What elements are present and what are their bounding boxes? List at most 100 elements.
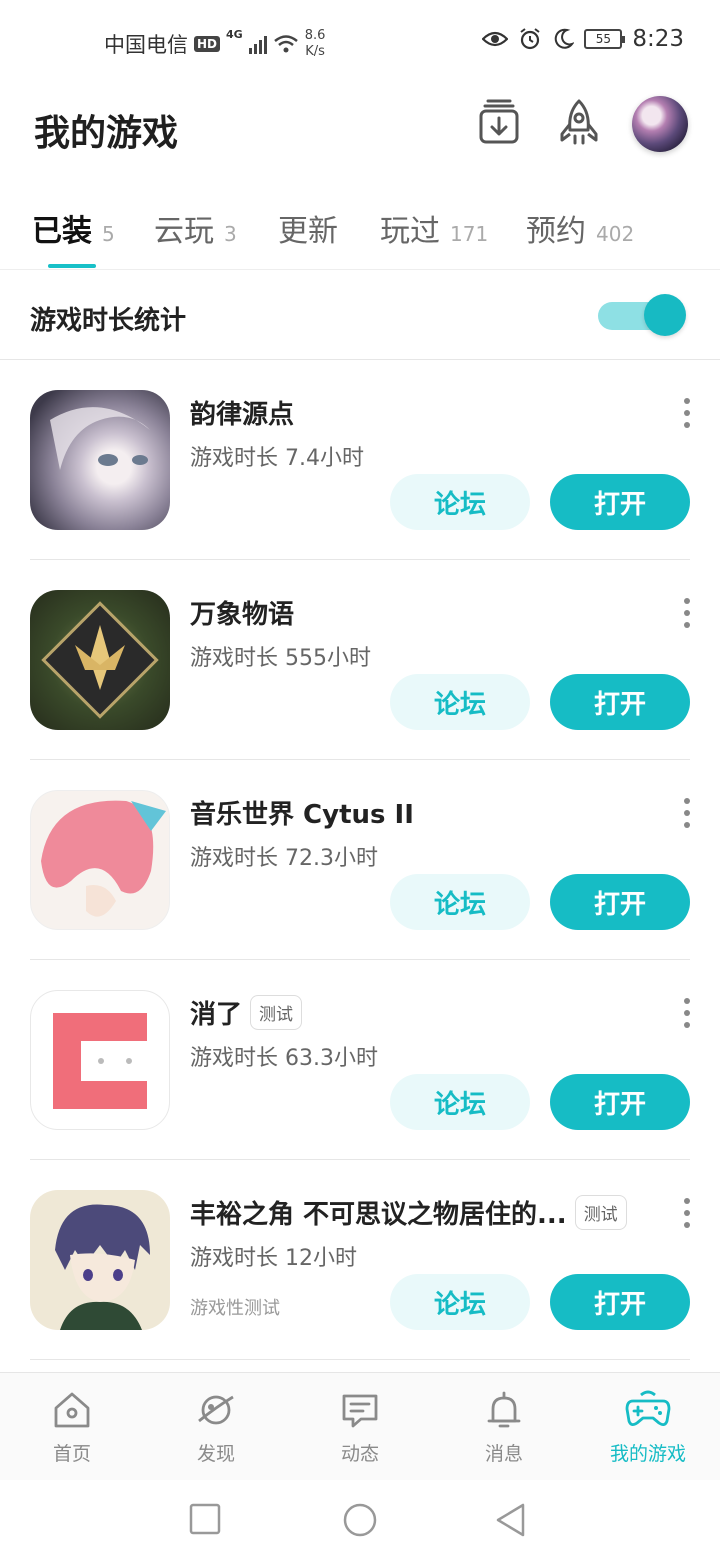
more-options-icon[interactable]: [680, 398, 694, 428]
gamepad-icon: [625, 1390, 671, 1426]
moon-icon: [555, 28, 575, 49]
more-options-icon[interactable]: [680, 798, 694, 828]
game-playtime: 游戏时长 63.3小时: [190, 1046, 378, 1071]
game-icon-rhythm-origin[interactable]: [30, 390, 170, 530]
game-playtime: 游戏时长 72.3小时: [190, 846, 378, 871]
tab-installed[interactable]: 已装 5: [32, 206, 115, 250]
open-button[interactable]: 打开: [550, 674, 690, 730]
game-icon-cytus-ii[interactable]: [30, 790, 170, 930]
tab-label: 更新: [278, 214, 338, 249]
tab-label: 云玩: [154, 214, 214, 249]
nav-discover[interactable]: 发现: [144, 1389, 288, 1466]
download-manager-icon[interactable]: [474, 98, 524, 148]
forum-button[interactable]: 论坛: [390, 1074, 530, 1130]
game-name: 音乐世界 Cytus II: [190, 800, 414, 830]
tab-active-indicator: [48, 264, 96, 268]
app-header: 我的游戏: [0, 84, 720, 174]
battery-level: 55: [595, 32, 611, 46]
tab-count: 3: [224, 222, 237, 246]
system-navigation-bar: [0, 1480, 720, 1560]
game-icon-xiaole[interactable]: [30, 990, 170, 1130]
game-tabs: 已装 5 云玩 3 更新 玩过 171 预约 402: [0, 190, 720, 270]
nav-label: 首页: [52, 1443, 91, 1465]
tab-count: 5: [102, 222, 115, 246]
network-type: 4G: [226, 28, 243, 41]
recent-apps-icon[interactable]: [188, 1502, 222, 1536]
test-tag: 测试: [250, 995, 303, 1030]
more-options-icon[interactable]: [680, 998, 694, 1028]
tab-label: 预约: [526, 214, 586, 249]
nav-label: 发现: [196, 1443, 235, 1465]
game-icon-wanxiang[interactable]: [30, 590, 170, 730]
tab-updates[interactable]: 更新: [278, 206, 338, 250]
game-name: 韵律源点: [190, 400, 295, 430]
open-button[interactable]: 打开: [550, 474, 690, 530]
nav-feed[interactable]: 动态: [288, 1389, 432, 1466]
game-name: 万象物语: [190, 600, 295, 630]
forum-button[interactable]: 论坛: [390, 874, 530, 930]
playtime-stats-row: 游戏时长统计: [0, 270, 720, 360]
forum-button[interactable]: 论坛: [390, 474, 530, 530]
speed-value: 8.6: [304, 28, 326, 43]
speed-unit: K/s: [305, 44, 325, 59]
nav-my-games[interactable]: 我的游戏: [576, 1389, 720, 1466]
game-playtime: 游戏时长 12小时: [190, 1246, 357, 1271]
forum-button[interactable]: 论坛: [390, 1274, 530, 1330]
nav-home[interactable]: 首页: [0, 1389, 144, 1466]
tab-reserved[interactable]: 预约 402: [526, 206, 634, 250]
bell-icon: [487, 1391, 521, 1428]
eye-icon: [482, 31, 509, 47]
tab-cloud-play[interactable]: 云玩 3: [154, 206, 237, 250]
nav-label: 消息: [484, 1443, 523, 1465]
tab-count: 171: [450, 222, 489, 246]
game-item[interactable]: 万象物语 游戏时长 555小时 论坛 打开: [30, 560, 690, 760]
wifi-icon: [273, 35, 298, 53]
more-options-icon[interactable]: [680, 1198, 694, 1228]
home-circle-icon[interactable]: [342, 1502, 378, 1538]
game-item[interactable]: 丰裕之角 不可思议之物居住的... 测试 游戏时长 12小时 游戏性测试 论坛 打…: [30, 1160, 690, 1360]
open-button[interactable]: 打开: [550, 1274, 690, 1330]
playtime-stats-label: 游戏时长统计: [30, 306, 187, 336]
forum-button[interactable]: 论坛: [390, 674, 530, 730]
game-name: 丰裕之角 不可思议之物居住的... 测试: [190, 1194, 627, 1231]
back-triangle-icon[interactable]: [494, 1502, 528, 1538]
nav-messages[interactable]: 消息: [432, 1389, 576, 1466]
signal-icon: [248, 34, 267, 54]
more-options-icon[interactable]: [680, 598, 694, 628]
toggle-knob: [644, 294, 686, 336]
status-right: 55 8:23: [482, 26, 684, 52]
game-item[interactable]: 韵律源点 游戏时长 7.4小时 论坛 打开: [30, 360, 690, 560]
test-tag: 测试: [574, 1195, 627, 1230]
rocket-boost-icon[interactable]: [554, 98, 604, 148]
game-item[interactable]: 音乐世界 Cytus II 游戏时长 72.3小时 论坛 打开: [30, 760, 690, 960]
page-title: 我的游戏: [34, 113, 179, 154]
discover-planet-icon: [198, 1395, 234, 1425]
playtime-stats-toggle[interactable]: [598, 294, 688, 336]
hd-badge: HD: [194, 36, 221, 52]
tab-count: 402: [596, 222, 635, 246]
game-test-note: 游戏性测试: [190, 1298, 280, 1319]
open-button[interactable]: 打开: [550, 874, 690, 930]
open-button[interactable]: 打开: [550, 1074, 690, 1130]
bottom-navigation: 首页 发现 动态 消息 我的游戏: [0, 1372, 720, 1480]
nav-label: 我的游戏: [609, 1443, 686, 1465]
home-icon: [54, 1392, 90, 1428]
game-playtime: 游戏时长 555小时: [190, 646, 371, 671]
game-name: 消了 测试: [190, 994, 303, 1031]
feed-message-icon: [342, 1394, 378, 1428]
tab-label: 玩过: [380, 214, 440, 249]
tab-played[interactable]: 玩过 171: [380, 206, 488, 250]
status-left: 中国电信 HD 4G 8.6 K/s: [104, 28, 325, 60]
game-name-text: 丰裕之角 不可思议之物居住的...: [190, 1200, 567, 1230]
net-speed: 8.6 K/s: [305, 28, 326, 60]
game-icon-fengyu[interactable]: [30, 1190, 170, 1330]
status-bar: 中国电信 HD 4G 8.6 K/s 55 8:23: [0, 0, 720, 84]
game-playtime: 游戏时长 7.4小时: [190, 446, 364, 471]
tab-label: 已装: [32, 214, 92, 249]
nav-label: 动态: [340, 1443, 379, 1465]
clock: 8:23: [632, 26, 684, 52]
game-item[interactable]: 消了 测试 游戏时长 63.3小时 论坛 打开: [30, 960, 690, 1160]
alarm-icon: [520, 28, 540, 50]
battery-icon: 55: [584, 29, 626, 49]
user-avatar[interactable]: [632, 96, 688, 152]
